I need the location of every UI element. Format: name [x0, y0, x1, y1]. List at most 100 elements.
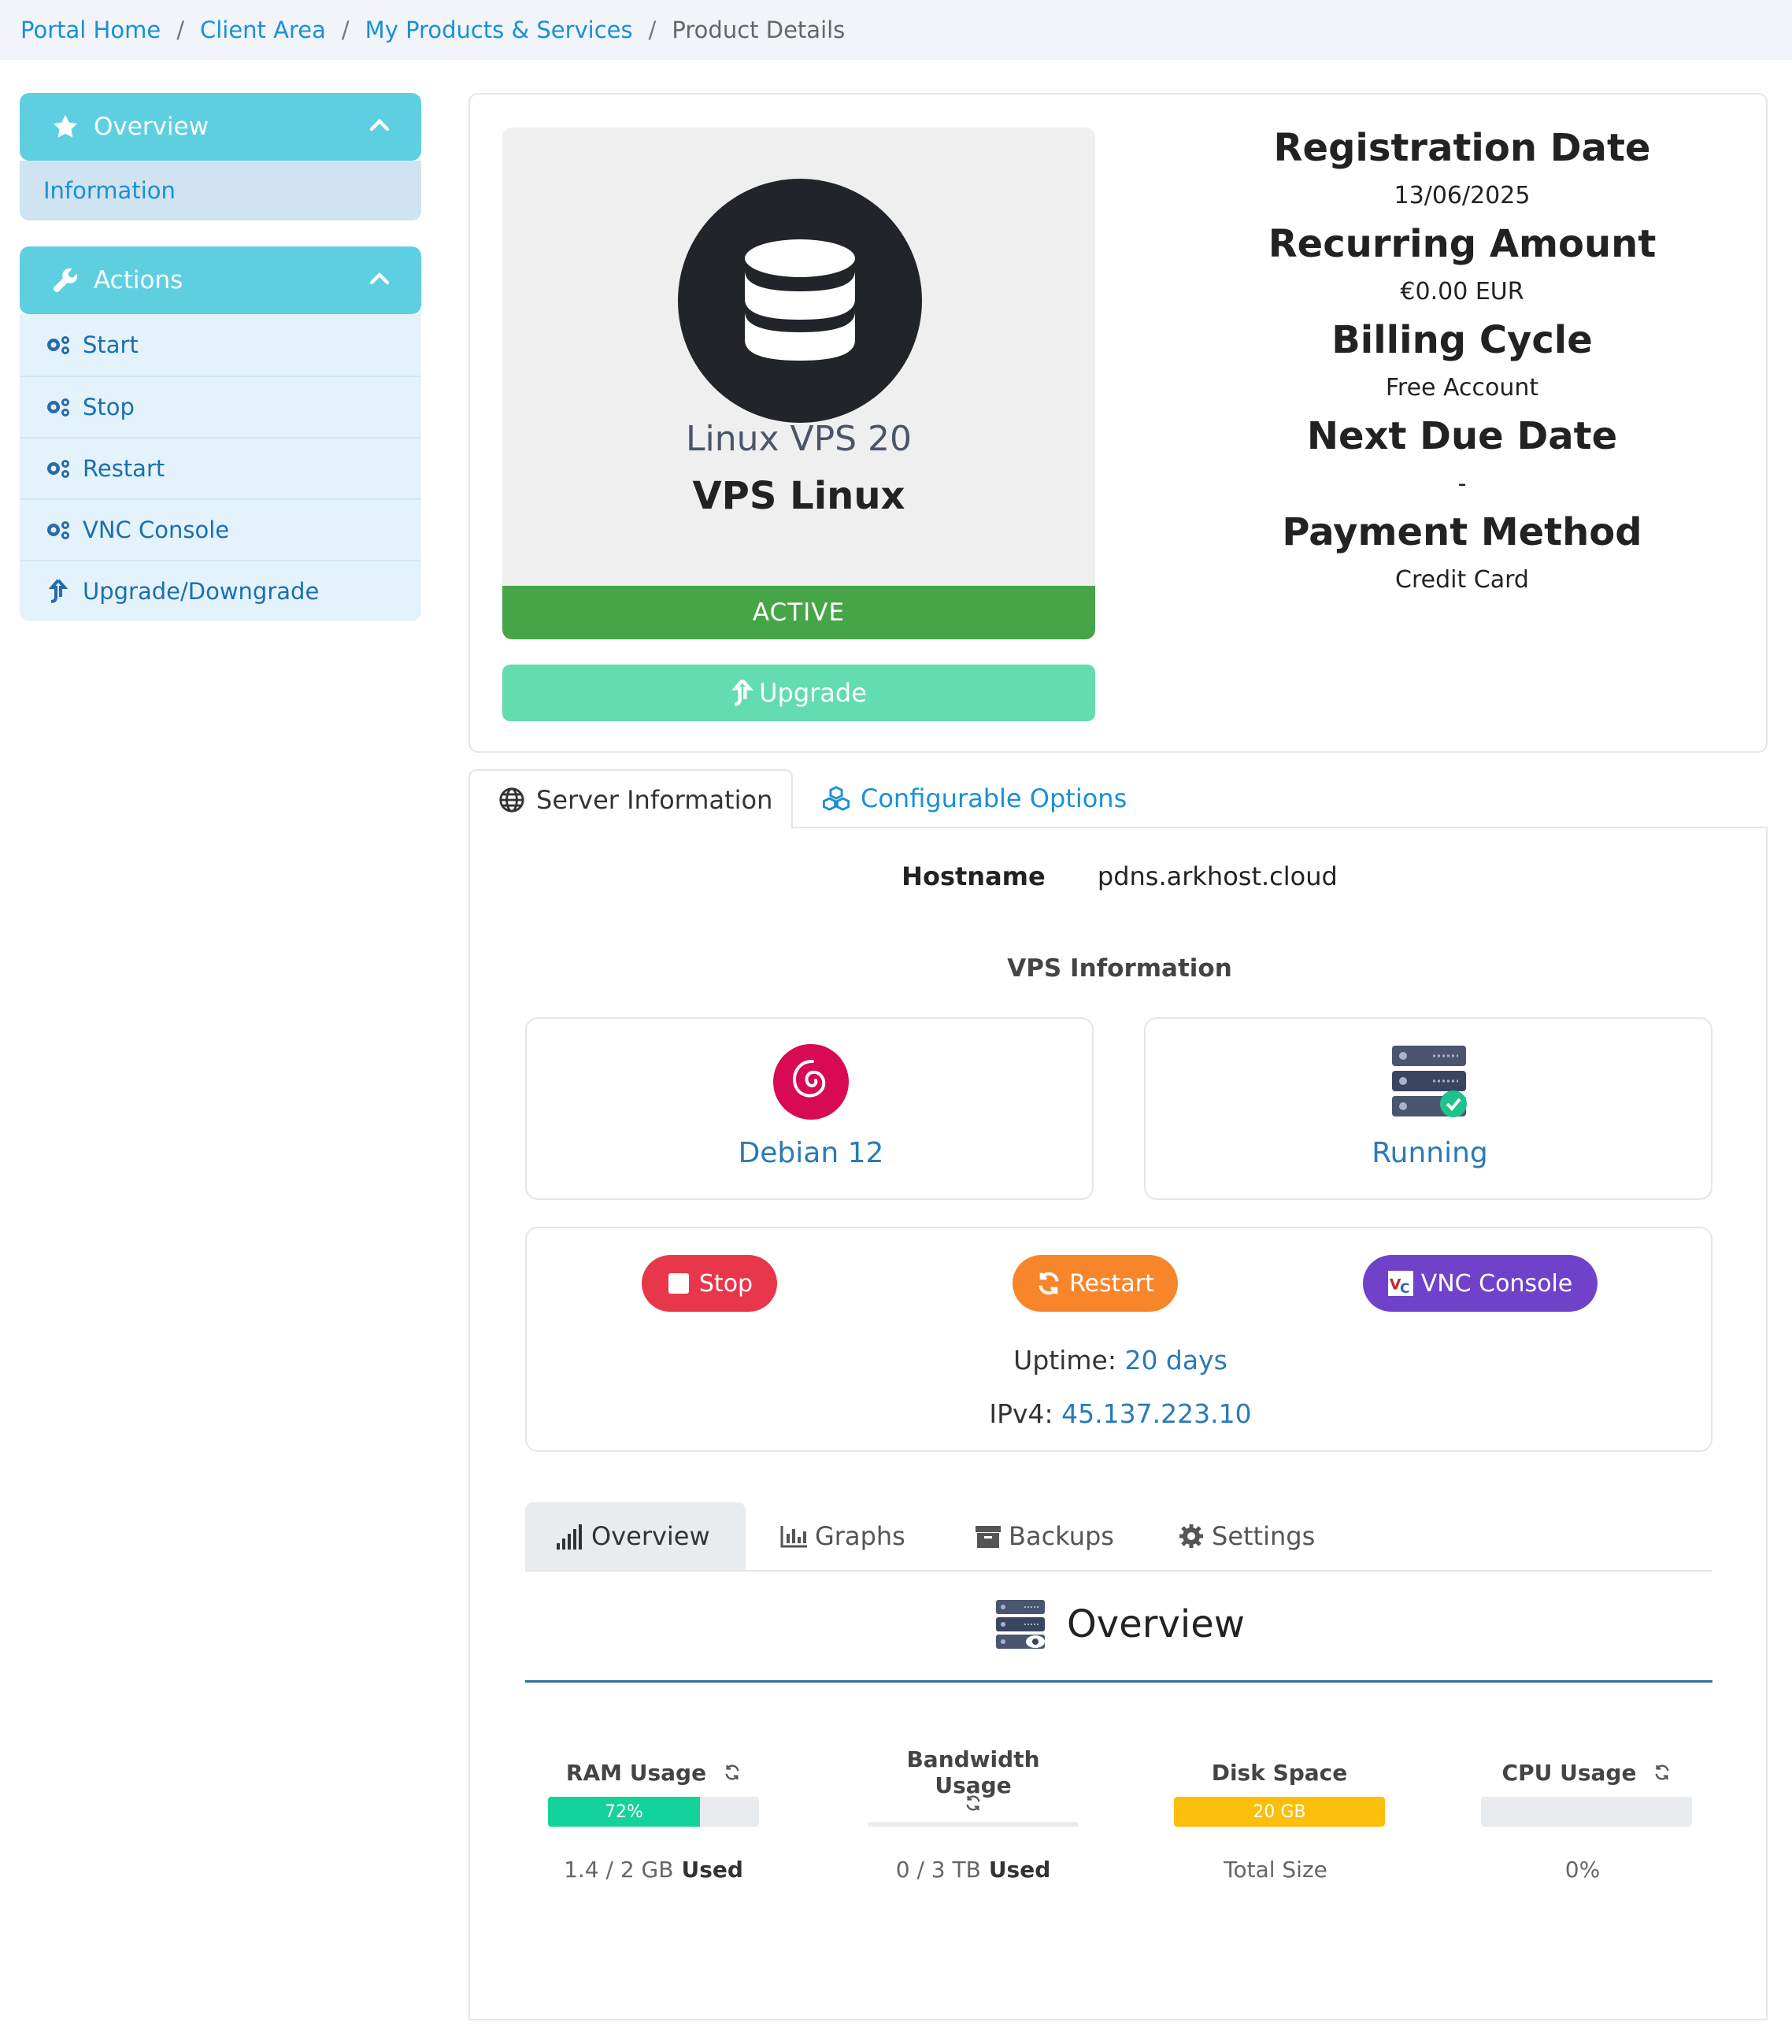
ipv4-value: 45.137.223.10 — [1061, 1398, 1252, 1429]
subtab-label: Overview — [591, 1521, 710, 1551]
disk-space-stat: Disk Space 20 GB Total Size — [1173, 1757, 1386, 1883]
ram-usage-bar: 72% — [548, 1797, 759, 1827]
next-due-date-value: - — [1457, 470, 1467, 498]
cogs-icon — [43, 394, 73, 420]
stop-button-label: Stop — [698, 1269, 753, 1298]
payment-method-label: Payment Method — [1282, 510, 1642, 554]
refresh-icon — [1036, 1271, 1061, 1296]
breadcrumb-separator: / — [176, 17, 184, 43]
wrench-icon — [50, 265, 81, 296]
hostname-row: Hostname pdns.arkhost.cloud — [470, 861, 1769, 891]
sidebar-actions-panel: Actions Start Stop Restart VNC Console U… — [20, 246, 421, 621]
overview-heading: Overview — [470, 1598, 1769, 1650]
restart-button-label: Restart — [1069, 1269, 1154, 1298]
vnc-icon: VC — [1387, 1271, 1413, 1296]
breadcrumb-separator: / — [648, 17, 657, 43]
product-group: Linux VPS 20 — [685, 419, 913, 459]
subtab-label: Settings — [1212, 1521, 1316, 1551]
gear-icon — [1179, 1524, 1203, 1548]
uptime-value: 20 days — [1124, 1345, 1227, 1376]
archive-icon — [976, 1526, 1001, 1548]
subtab-backups[interactable]: Backups — [972, 1502, 1114, 1570]
tab-configurable-options[interactable]: Configurable Options — [823, 769, 1127, 828]
tab-label: Configurable Options — [861, 783, 1127, 813]
vnc-console-button-label: VNC Console — [1420, 1269, 1573, 1298]
chevron-up-icon[interactable] — [368, 113, 391, 137]
registration-date-label: Registration Date — [1273, 126, 1651, 170]
breadcrumb-client-area[interactable]: Client Area — [200, 17, 326, 43]
sidebar-item-start[interactable]: Start — [20, 314, 421, 376]
subtab-settings[interactable]: Settings — [1176, 1502, 1315, 1570]
ram-usage-stat: RAM Usage 72% 1.4 / 2 GB Used — [547, 1757, 760, 1883]
sidebar-item-label: Start — [83, 331, 139, 358]
sidebar-item-vnc-console[interactable]: VNC Console — [20, 498, 421, 560]
sidebar-item-label: Restart — [83, 455, 165, 482]
stop-icon — [666, 1271, 691, 1296]
tab-label: Server Information — [536, 785, 773, 815]
breadcrumb-separator: / — [341, 17, 350, 43]
refresh-icon[interactable] — [964, 1794, 982, 1812]
database-icon — [678, 179, 922, 423]
status-badge: ACTIVE — [502, 586, 1095, 639]
subtab-graphs[interactable]: Graphs — [779, 1502, 905, 1570]
breadcrumb-products[interactable]: My Products & Services — [365, 17, 633, 43]
upgrade-button-label: Upgrade — [759, 678, 867, 708]
cpu-usage-stat: CPU Usage 0% — [1480, 1757, 1693, 1883]
sidebar-item-label: Information — [43, 177, 176, 204]
chevron-up-icon[interactable] — [368, 267, 391, 291]
vnc-console-button[interactable]: VC VNC Console — [1363, 1255, 1598, 1312]
os-name: Debian 12 — [738, 1137, 884, 1169]
stat-value: Total Size — [1224, 1857, 1327, 1883]
product-summary: Linux VPS 20 VPS Linux ACTIVE — [502, 128, 1095, 639]
product-name: VPS Linux — [692, 474, 905, 518]
uptime-label: Uptime: — [1013, 1345, 1116, 1376]
sidebar-item-label: Upgrade/Downgrade — [83, 578, 320, 605]
os-card: Debian 12 — [525, 1017, 1094, 1200]
star-icon — [50, 111, 81, 143]
sidebar-item-upgrade-downgrade[interactable]: Upgrade/Downgrade — [20, 560, 421, 621]
sidebar-item-information[interactable]: Information — [20, 161, 421, 220]
stop-button[interactable]: Stop — [642, 1255, 777, 1312]
subtab-overview[interactable]: Overview — [525, 1502, 746, 1570]
cogs-icon — [43, 455, 73, 482]
hostname-label: Hostname — [902, 861, 1046, 891]
restart-button[interactable]: Restart — [1013, 1255, 1178, 1312]
recurring-amount-label: Recurring Amount — [1268, 222, 1657, 266]
uptime-row: Uptime: 20 days — [527, 1345, 1714, 1376]
stat-value: 0% — [1564, 1857, 1601, 1883]
product-tabs: Server Information Configurable Options — [468, 769, 1768, 829]
status-card: Running — [1144, 1017, 1712, 1200]
breadcrumb: Portal Home / Client Area / My Products … — [0, 0, 1792, 60]
cubes-icon — [823, 786, 850, 811]
upgrade-button[interactable]: Upgrade — [502, 665, 1095, 721]
globe-icon — [499, 787, 524, 813]
arrow-up-icon — [43, 578, 73, 605]
registration-date-value: 13/06/2025 — [1394, 182, 1531, 209]
cpu-usage-bar — [1481, 1797, 1692, 1827]
next-due-date-label: Next Due Date — [1306, 414, 1618, 458]
sidebar-item-stop[interactable]: Stop — [20, 376, 421, 437]
ipv4-label: IPv4: — [989, 1398, 1053, 1429]
stat-value: 1.4 / 2 GB — [564, 1857, 674, 1883]
bar-fill: 20 GB — [1174, 1797, 1385, 1827]
billing-cycle-label: Billing Cycle — [1331, 318, 1593, 362]
disk-space-bar: 20 GB — [1174, 1797, 1385, 1827]
chart-icon — [780, 1526, 807, 1548]
sidebar-actions-title: Actions — [94, 266, 183, 294]
billing-cycle-value: Free Account — [1385, 374, 1539, 402]
hostname-value: pdns.arkhost.cloud — [1097, 861, 1338, 891]
sidebar-actions-header[interactable]: Actions — [20, 246, 421, 314]
sidebar-overview-header[interactable]: Overview — [20, 93, 421, 161]
cogs-icon — [43, 517, 73, 543]
refresh-icon[interactable] — [724, 1764, 741, 1781]
tab-server-information[interactable]: Server Information — [468, 769, 793, 829]
svg-text:C: C — [1400, 1280, 1409, 1296]
server-information-pane: Hostname pdns.arkhost.cloud VPS Informat… — [468, 827, 1768, 2020]
stat-title: Disk Space — [1211, 1759, 1348, 1786]
sidebar-item-restart[interactable]: Restart — [20, 437, 421, 498]
refresh-icon[interactable] — [1653, 1764, 1671, 1781]
overview-title: Overview — [1067, 1602, 1245, 1646]
bar-fill: 72% — [548, 1797, 700, 1827]
breadcrumb-portal-home[interactable]: Portal Home — [20, 17, 161, 43]
billing-details: Registration Date 13/06/2025 Recurring A… — [1179, 122, 1746, 602]
